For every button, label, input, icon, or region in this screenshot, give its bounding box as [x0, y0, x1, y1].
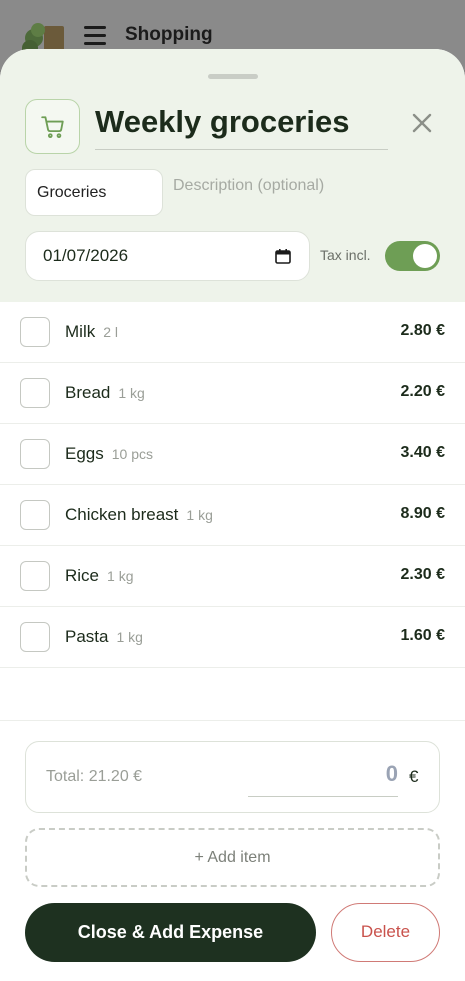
item-quantity: 10 pcs	[111, 446, 153, 462]
total-box: Total: 21.20 € 0 €	[25, 741, 440, 813]
shopping-list-sheet: Weekly groceries Groceries Description (…	[0, 49, 465, 981]
item-checkbox[interactable]	[20, 317, 50, 347]
item-quantity: 2 l	[103, 324, 119, 340]
close-icon[interactable]	[408, 109, 436, 137]
delete-button[interactable]: Delete	[331, 903, 440, 962]
list-item[interactable]: Pasta 1 kg 1.60 €	[0, 607, 465, 668]
total-label: Total: 21.20 €	[46, 768, 143, 785]
item-quantity: 1 kg	[118, 385, 145, 401]
sheet-drag-handle[interactable]	[208, 74, 258, 79]
item-quantity: 1 kg	[107, 568, 134, 584]
currency-label: €	[409, 767, 419, 786]
item-price: 2.80 €	[400, 322, 445, 339]
footer-divider	[0, 720, 465, 721]
item-checkbox[interactable]	[20, 439, 50, 469]
item-quantity: 1 kg	[116, 629, 143, 645]
date-value: 01/07/2026	[43, 246, 129, 265]
item-name: Rice	[65, 566, 100, 585]
shopping-cart-icon	[40, 115, 64, 138]
category-input[interactable]: Groceries	[25, 169, 163, 216]
item-price: 8.90 €	[400, 505, 445, 522]
item-price: 2.30 €	[400, 566, 445, 583]
item-price: 2.20 €	[400, 383, 445, 400]
list-item[interactable]: Eggs 10 pcs 3.40 €	[0, 424, 465, 485]
item-name: Pasta	[65, 627, 109, 646]
item-name: Eggs	[65, 444, 104, 463]
tax-included-label: Tax incl.	[320, 247, 371, 263]
cart-button[interactable]	[25, 99, 80, 154]
close-and-add-expense-button[interactable]: Close & Add Expense	[25, 903, 316, 962]
list-item[interactable]: Milk 2 l 2.80 €	[0, 302, 465, 363]
item-name: Milk	[65, 322, 96, 341]
amount-value: 0	[385, 761, 398, 786]
item-checkbox[interactable]	[20, 561, 50, 591]
item-list: Milk 2 l 2.80 € Bread 1 kg 2.20 € Eggs 10 p…	[0, 302, 465, 668]
item-checkbox[interactable]	[20, 378, 50, 408]
calendar-icon[interactable]	[275, 248, 291, 264]
app-header-title: Shopping	[125, 24, 213, 45]
item-name: Bread	[65, 383, 111, 402]
item-price: 1.60 €	[400, 627, 445, 644]
item-price: 3.40 €	[400, 444, 445, 461]
list-item[interactable]: Bread 1 kg 2.20 €	[0, 363, 465, 424]
list-item[interactable]: Rice 1 kg 2.30 €	[0, 546, 465, 607]
item-quantity: 1 kg	[186, 507, 213, 523]
list-title-input[interactable]: Weekly groceries	[95, 101, 388, 150]
toggle-knob	[413, 244, 437, 268]
list-item[interactable]: Chicken breast 1 kg 8.90 €	[0, 485, 465, 546]
item-checkbox[interactable]	[20, 500, 50, 530]
tax-included-toggle[interactable]	[385, 241, 440, 271]
item-checkbox[interactable]	[20, 622, 50, 652]
item-name: Chicken breast	[65, 505, 179, 524]
amount-input[interactable]: 0	[248, 757, 398, 797]
add-item-button[interactable]: + Add item	[25, 828, 440, 887]
description-input[interactable]: Description (optional)	[173, 177, 324, 195]
date-input[interactable]: 01/07/2026	[25, 231, 310, 281]
hamburger-menu-icon[interactable]	[84, 26, 106, 46]
